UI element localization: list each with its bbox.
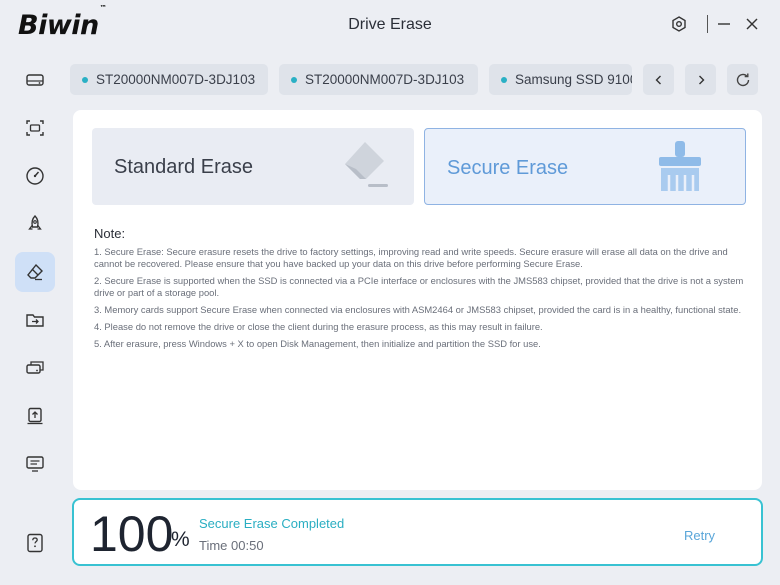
- sidebar: [0, 55, 70, 585]
- chevron-left-icon: [655, 75, 661, 84]
- scan-icon: [26, 120, 44, 136]
- drive-icon: [26, 74, 44, 86]
- drive-status-dot: [82, 76, 88, 83]
- note-item: 4. Please do not remove the drive or clo…: [94, 320, 543, 332]
- app-window: Biwin™ Drive Erase ST20000NM007D-3DJ103 …: [0, 0, 780, 585]
- erase-panel: Standard Erase Secure Erase Note: 1. Sec…: [73, 110, 762, 490]
- settings-icon[interactable]: [670, 15, 688, 33]
- prev-drive-button[interactable]: [643, 64, 674, 95]
- drive-tab-3[interactable]: Samsung SSD 9100 PRO: [489, 64, 632, 95]
- trademark-mark: ™: [99, 4, 107, 12]
- sidebar-item-migrate[interactable]: [15, 348, 55, 388]
- sidebar-item-drives[interactable]: [15, 60, 55, 100]
- drive-tab-label: ST20000NM007D-3DJ103: [96, 72, 256, 87]
- note-item: 1. Secure Erase: Secure erasure resets t…: [94, 246, 728, 270]
- progress-percent: 100: [90, 506, 174, 562]
- folder-transfer-icon: [26, 314, 44, 327]
- drive-migrate-icon: [26, 361, 44, 374]
- sidebar-item-info[interactable]: [15, 444, 55, 484]
- speedometer-icon: [26, 167, 44, 185]
- retry-button[interactable]: Retry: [684, 528, 715, 543]
- sidebar-item-backup[interactable]: [15, 300, 55, 340]
- sidebar-item-firmware[interactable]: [15, 396, 55, 436]
- sidebar-item-benchmark[interactable]: [15, 156, 55, 196]
- help-icon: [27, 533, 43, 553]
- help-button[interactable]: [15, 523, 55, 563]
- note-heading: Note:: [94, 226, 126, 241]
- rocket-icon: [28, 215, 42, 230]
- refresh-icon: [736, 73, 749, 86]
- broom-illustration-icon: [659, 141, 701, 191]
- eraser-icon: [27, 263, 43, 281]
- drive-status-dot: [291, 76, 297, 83]
- status-title: Secure Erase Completed: [199, 516, 345, 531]
- titlebar-divider: [707, 15, 708, 33]
- drive-status-dot: [501, 76, 507, 83]
- elapsed-time: Time 00:50: [199, 538, 264, 553]
- note-item: 3. Memory cards support Secure Erase whe…: [94, 304, 742, 316]
- standard-erase-option[interactable]: Standard Erase: [92, 128, 414, 205]
- sidebar-item-scan[interactable]: [15, 108, 55, 148]
- refresh-button[interactable]: [727, 64, 758, 95]
- window-title: Drive Erase: [348, 16, 432, 33]
- firmware-update-icon: [27, 407, 43, 425]
- secure-erase-option[interactable]: Secure Erase: [424, 128, 746, 205]
- sidebar-item-boost[interactable]: [15, 204, 55, 244]
- next-drive-button[interactable]: [685, 64, 716, 95]
- chevron-right-icon: [698, 75, 704, 84]
- percent-sign: %: [171, 528, 190, 551]
- eraser-illustration-icon: [345, 142, 388, 187]
- secure-erase-label: Secure Erase: [447, 157, 569, 179]
- drive-tab-label: Samsung SSD 9100 PRO: [515, 72, 632, 87]
- drive-tab-1[interactable]: ST20000NM007D-3DJ103: [70, 64, 268, 95]
- erase-status-card: 100 % Secure Erase Completed Time 00:50 …: [72, 498, 763, 566]
- drive-tab-2[interactable]: ST20000NM007D-3DJ103: [279, 64, 478, 95]
- note-item: 2. Secure Erase is supported when the SS…: [94, 275, 744, 299]
- drive-tab-label: ST20000NM007D-3DJ103: [305, 72, 465, 87]
- close-icon[interactable]: [743, 15, 761, 33]
- note-list: 1. Secure Erase: Secure erasure resets t…: [94, 246, 744, 355]
- title-bar: Biwin™ Drive Erase: [0, 0, 780, 50]
- monitor-info-icon: [26, 456, 44, 472]
- minimize-icon[interactable]: [715, 15, 733, 33]
- sidebar-item-erase[interactable]: [15, 252, 55, 292]
- note-item: 5. After erasure, press Windows + X to o…: [94, 337, 541, 349]
- standard-erase-label: Standard Erase: [114, 156, 253, 178]
